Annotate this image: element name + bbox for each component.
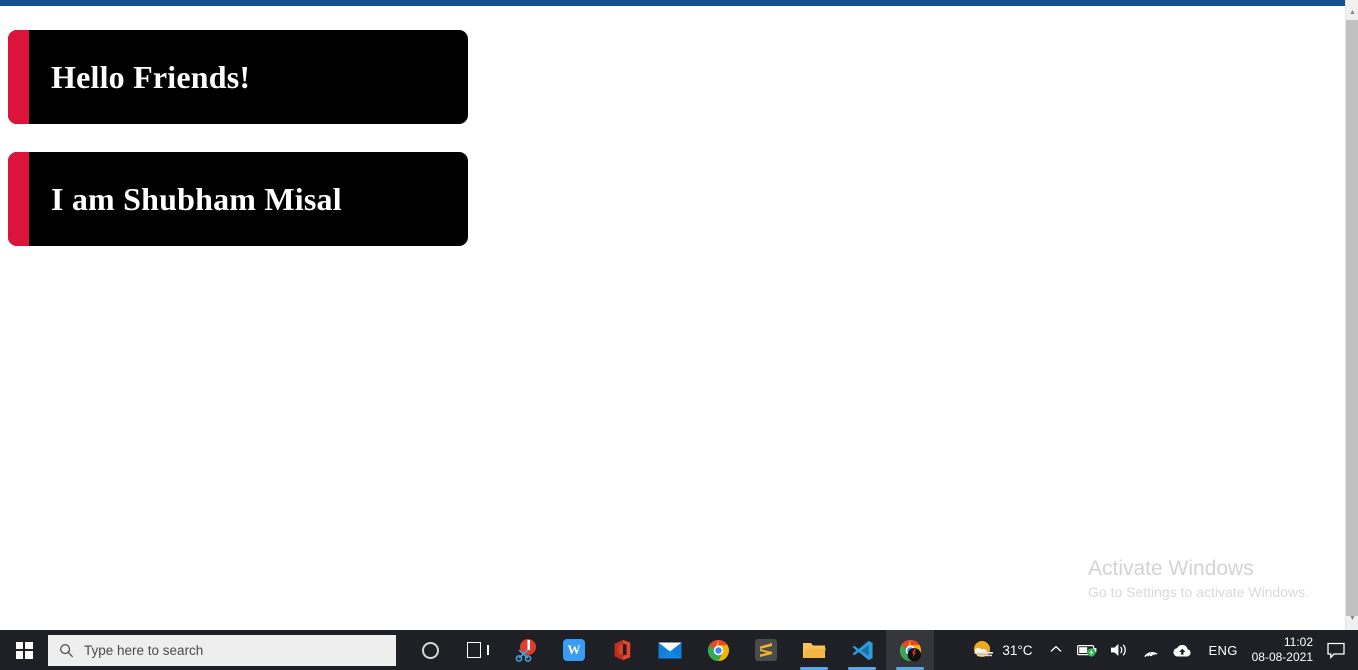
greeting-card-2: I am Shubham Misal <box>8 152 468 246</box>
card-accent-bar <box>8 152 29 246</box>
greeting-card-1: Hello Friends! <box>8 30 468 124</box>
chrome-icon <box>707 639 729 661</box>
task-view-icon <box>467 642 489 658</box>
scroll-up-arrow-icon[interactable]: ▲ <box>1346 5 1358 19</box>
windows-taskbar: Type here to search W 31°C ENG 11:02 08-… <box>0 630 1358 670</box>
tray-onedrive[interactable] <box>1166 630 1199 670</box>
microsoft-office-icon <box>614 639 631 661</box>
taskbar-item-task-view[interactable] <box>454 630 502 670</box>
taskbar-item-visual-studio-code[interactable] <box>838 630 886 670</box>
show-hidden-icons-chevron-icon[interactable] <box>1041 644 1071 656</box>
taskbar-item-google-chrome[interactable] <box>694 630 742 670</box>
tray-notifications[interactable] <box>1325 642 1358 659</box>
vertical-scrollbar[interactable]: ▲ ▼ <box>1345 0 1358 630</box>
activate-windows-watermark: Activate Windows Go to Settings to activ… <box>1088 556 1309 602</box>
weather-temperature: 31°C <box>1002 642 1033 658</box>
vscode-icon <box>851 640 873 660</box>
file-explorer-icon <box>803 643 826 658</box>
tray-volume[interactable] <box>1104 630 1135 670</box>
wps-office-icon: W <box>563 639 585 661</box>
system-tray: 31°C ENG 11:02 08-08-2021 <box>963 630 1358 670</box>
taskbar-item-snipping-tool[interactable] <box>502 630 550 670</box>
wifi-icon <box>1143 651 1157 657</box>
chrome-icon <box>899 639 921 662</box>
cortana-icon <box>421 641 439 659</box>
snipping-tool-icon <box>515 639 536 662</box>
sublime-text-icon <box>755 639 777 661</box>
start-button[interactable] <box>0 630 48 670</box>
screen: Hello Friends! I am Shubham Misal Activa… <box>0 0 1358 670</box>
tray-weather[interactable]: 31°C <box>963 640 1040 660</box>
taskbar-item-microsoft-office[interactable] <box>598 630 646 670</box>
tray-wifi[interactable] <box>1135 630 1166 670</box>
speech-bubble-icon <box>1327 642 1345 659</box>
scroll-down-arrow-icon[interactable]: ▼ <box>1346 611 1358 625</box>
tray-battery[interactable] <box>1071 630 1104 670</box>
search-placeholder-text: Type here to search <box>84 642 204 658</box>
cloud-icon <box>1172 644 1191 656</box>
sun-cloud-icon <box>974 641 994 657</box>
card-heading: I am Shubham Misal <box>51 180 342 217</box>
taskbar-item-wps-office[interactable]: W <box>550 630 598 670</box>
taskbar-app-icons: W <box>406 630 934 670</box>
battery-icon <box>1076 644 1096 657</box>
mail-icon <box>658 642 682 658</box>
taskbar-item-mail[interactable] <box>646 630 694 670</box>
volume-icon <box>1110 644 1126 656</box>
clock-time: 11:02 <box>1283 635 1313 649</box>
windows-logo-icon <box>15 641 33 659</box>
watermark-title: Activate Windows <box>1088 557 1254 580</box>
taskbar-item-cortana[interactable] <box>406 630 454 670</box>
scrollbar-thumb[interactable] <box>1346 20 1358 616</box>
web-page-content: Hello Friends! I am Shubham Misal Activa… <box>0 6 1345 630</box>
clock-date: 08-08-2021 <box>1251 650 1313 664</box>
watermark-subtitle: Go to Settings to activate Windows. <box>1088 584 1309 600</box>
taskbar-item-file-explorer[interactable] <box>790 630 838 670</box>
taskbar-item-chrome-window[interactable] <box>886 630 934 670</box>
tray-language[interactable]: ENG <box>1199 643 1248 658</box>
taskbar-search-box[interactable]: Type here to search <box>48 634 396 666</box>
card-heading: Hello Friends! <box>51 58 251 95</box>
tray-clock[interactable]: 11:02 08-08-2021 <box>1248 635 1325 665</box>
search-icon <box>48 643 84 658</box>
card-accent-bar <box>8 30 29 124</box>
taskbar-item-sublime-text[interactable] <box>742 630 790 670</box>
